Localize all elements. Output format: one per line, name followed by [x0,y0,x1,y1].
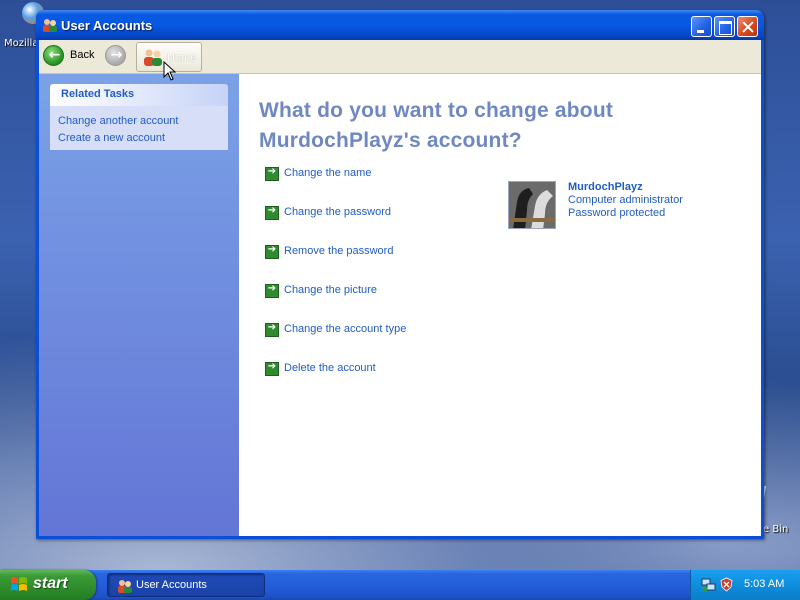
network-icon[interactable] [701,577,716,592]
taskbar-item-user-accounts[interactable]: User Accounts [107,573,265,597]
maximize-button[interactable] [714,16,735,37]
create-new-account-link[interactable]: Create a new account [58,130,228,147]
action-label[interactable]: Delete the account [284,362,376,374]
action-label[interactable]: Change the account type [284,323,406,335]
window-titlebar[interactable]: User Accounts [36,10,764,40]
mouse-cursor-icon [163,61,177,81]
action-label[interactable]: Change the password [284,206,391,218]
related-tasks-header[interactable]: Related Tasks [50,84,228,106]
system-tray: 5:03 AM [690,570,800,600]
green-arrow-icon [265,205,279,220]
main-content: What do you want to change about Murdoch… [239,74,761,536]
users-icon [43,19,57,32]
avatar [508,181,556,229]
green-arrow-icon [265,166,279,181]
start-label[interactable]: start [33,575,68,593]
forward-button[interactable]: → [105,45,126,66]
back-label[interactable]: Back [70,49,94,61]
desktop-icon-label[interactable]: Mozilla [4,38,38,49]
taskbar: start User Accounts 5:03 AM [0,570,800,600]
clock[interactable]: 5:03 AM [744,578,784,590]
action-label[interactable]: Remove the password [284,245,393,257]
start-button[interactable]: start [0,570,96,600]
windows-logo-icon [11,577,27,591]
change-another-account-link[interactable]: Change another account [58,113,228,130]
green-arrow-icon [265,322,279,337]
green-arrow-icon [265,283,279,298]
recycle-bin-label[interactable]: e Bin [763,524,788,535]
action-label[interactable]: Change the picture [284,284,377,296]
users-home-icon [144,49,162,66]
user-password-status: Password protected [568,207,666,219]
user-card: MurdochPlayz Computer administrator Pass… [508,181,738,231]
close-button[interactable] [737,16,758,37]
forward-arrow-icon: → [110,47,123,63]
taskbar-item-label[interactable]: User Accounts [136,579,207,591]
page-title: What do you want to change about Murdoch… [259,99,614,152]
related-tasks-list: Change another account Create a new acco… [50,106,228,150]
back-arrow-icon: ← [48,47,61,63]
users-icon [118,580,132,593]
related-tasks-box: Related Tasks Change another account Cre… [50,84,228,150]
navigation-toolbar: ← Back → Home [39,40,761,74]
user-name: MurdochPlayz [568,181,643,193]
minimize-button[interactable] [691,16,712,37]
task-pane: Related Tasks Change another account Cre… [39,74,239,536]
back-button[interactable]: ← [43,45,64,66]
horse-picture-icon [509,182,555,228]
green-arrow-icon [265,361,279,376]
green-arrow-icon [265,244,279,259]
window-title: User Accounts [61,18,153,33]
user-accounts-window: User Accounts ← Back → Home Related Task… [36,10,764,539]
user-role: Computer administrator [568,194,683,206]
security-alert-icon[interactable] [719,577,734,592]
action-label[interactable]: Change the name [284,167,371,179]
